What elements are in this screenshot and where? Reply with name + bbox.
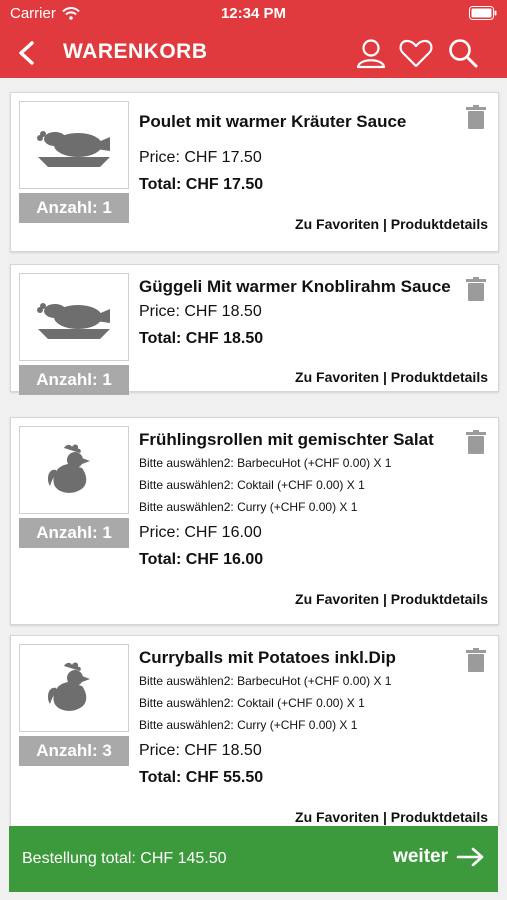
favorites-link[interactable]: Zu Favoriten: [295, 216, 379, 232]
product-image: [19, 644, 129, 732]
next-button[interactable]: weiter: [393, 846, 486, 868]
header-bar: WARENKORB: [0, 28, 507, 78]
product-name: Curryballs mit Potatoes inkl.Dip: [139, 648, 396, 667]
link-separator: |: [382, 216, 387, 232]
product-option: Bitte auswählen2: Curry (+CHF 0.00) X 1: [139, 718, 358, 732]
link-separator: |: [382, 809, 387, 825]
clock: 12:34 PM: [220, 5, 287, 22]
product-price: Price: CHF 16.00: [139, 524, 262, 541]
product-image: [19, 101, 129, 189]
trash-icon[interactable]: [466, 648, 486, 672]
product-name: Poulet mit warmer Kräuter Sauce: [139, 112, 407, 131]
details-link[interactable]: Produktdetails: [391, 809, 488, 825]
arrow-right-icon: [456, 847, 484, 867]
status-bar: Carrier 12:34 PM: [0, 0, 507, 28]
product-option: Bitte auswählen2: Curry (+CHF 0.00) X 1: [139, 500, 358, 514]
cart-item: Anzahl: 3 Curryballs mit Potatoes inkl.D…: [10, 635, 499, 826]
product-price: Price: CHF 18.50: [139, 303, 262, 320]
quantity-badge: Anzahl: 1: [19, 365, 129, 395]
heart-icon[interactable]: [398, 36, 434, 70]
chicken-icon: [37, 131, 110, 167]
back-arrow-icon[interactable]: [12, 36, 42, 70]
product-total: Total: CHF 17.50: [139, 176, 264, 193]
order-total: Bestellung total: CHF 145.50: [22, 850, 227, 867]
page-title: WARENKORB: [63, 40, 208, 63]
trash-icon[interactable]: [466, 105, 486, 129]
product-total: Total: CHF 18.50: [139, 330, 264, 347]
favorites-link[interactable]: Zu Favoriten: [295, 369, 379, 385]
rooster-icon: [48, 662, 90, 711]
cart-list[interactable]: Anzahl: 1 Poulet mit warmer Kräuter Sauc…: [0, 78, 507, 826]
product-image: [19, 273, 129, 361]
item-links: Zu Favoriten | Produktdetails: [295, 809, 488, 825]
product-total: Total: CHF 55.50: [139, 769, 264, 786]
search-icon[interactable]: [445, 36, 481, 70]
favorites-link[interactable]: Zu Favoriten: [295, 591, 379, 607]
trash-icon[interactable]: [466, 430, 486, 454]
link-separator: |: [382, 591, 387, 607]
trash-icon[interactable]: [466, 277, 486, 301]
details-link[interactable]: Produktdetails: [391, 369, 488, 385]
next-label: weiter: [393, 846, 448, 867]
quantity-badge: Anzahl: 3: [19, 736, 129, 766]
favorites-link[interactable]: Zu Favoriten: [295, 809, 379, 825]
battery-icon: [469, 6, 497, 20]
item-links: Zu Favoriten | Produktdetails: [295, 369, 488, 385]
product-price: Price: CHF 18.50: [139, 742, 262, 759]
product-total: Total: CHF 16.00: [139, 551, 264, 568]
details-link[interactable]: Produktdetails: [391, 591, 488, 607]
product-name: Güggeli Mit warmer Knoblirahm Sauce: [139, 277, 451, 296]
cart-item: Anzahl: 1 Poulet mit warmer Kräuter Sauc…: [10, 92, 499, 252]
product-image: [19, 426, 129, 514]
cart-item: Anzahl: 1 Frühlingsrollen mit gemischter…: [10, 417, 499, 625]
link-separator: |: [382, 369, 387, 385]
quantity-badge: Anzahl: 1: [19, 518, 129, 548]
product-name: Frühlingsrollen mit gemischter Salat: [139, 430, 434, 449]
user-icon[interactable]: [353, 36, 389, 70]
product-option: Bitte auswählen2: Coktail (+CHF 0.00) X …: [139, 696, 365, 710]
product-option: Bitte auswählen2: BarbecuHot (+CHF 0.00)…: [139, 456, 392, 470]
product-price: Price: CHF 17.50: [139, 149, 262, 166]
cart-item: Anzahl: 1 Güggeli Mit warmer Knoblirahm …: [10, 264, 499, 395]
chicken-icon: [37, 303, 110, 339]
item-links: Zu Favoriten | Produktdetails: [295, 591, 488, 607]
quantity-badge: Anzahl: 1: [19, 193, 129, 223]
product-option: Bitte auswählen2: BarbecuHot (+CHF 0.00)…: [139, 674, 392, 688]
item-links: Zu Favoriten | Produktdetails: [295, 216, 488, 232]
details-link[interactable]: Produktdetails: [391, 216, 488, 232]
rooster-icon: [48, 444, 90, 493]
order-total-bar: Bestellung total: CHF 145.50 weiter: [9, 826, 498, 892]
product-option: Bitte auswählen2: Coktail (+CHF 0.00) X …: [139, 478, 365, 492]
